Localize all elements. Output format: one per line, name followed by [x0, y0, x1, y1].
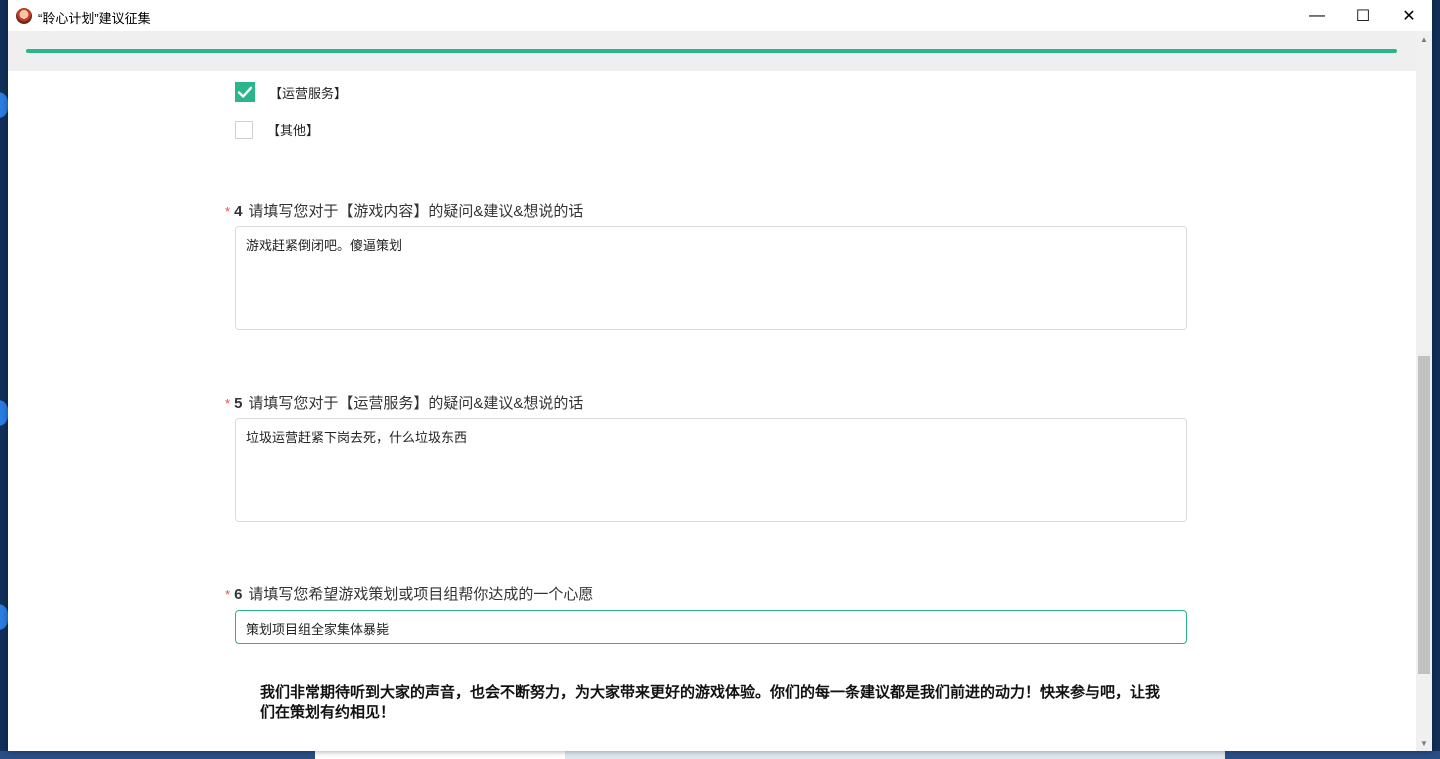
- vertical-scrollbar[interactable]: ▲ ▼: [1416, 31, 1432, 751]
- close-button[interactable]: ✕: [1386, 0, 1432, 31]
- desktop-shortcut-icon: [0, 604, 8, 630]
- option-operation-service[interactable]: 【运营服务】: [235, 82, 347, 102]
- checkbox-unchecked[interactable]: [235, 120, 253, 139]
- taskbar-item: [315, 751, 565, 759]
- app-icon: [16, 8, 32, 24]
- survey-window: “聆心计划”建议征集 — ☐ ✕ 【运营服务】 【其他】 * 4 请填写您对于【游戏…: [8, 0, 1432, 751]
- progress-bar: [26, 49, 1397, 53]
- maximize-icon: ☐: [1355, 7, 1371, 25]
- required-mark: *: [225, 587, 231, 602]
- scroll-up-icon[interactable]: ▲: [1416, 31, 1432, 47]
- question-4-textarea[interactable]: 游戏赶紧倒闭吧。傻逼策划: [235, 226, 1187, 330]
- progress-area: [8, 31, 1416, 71]
- desktop-left-strip: [0, 0, 8, 759]
- question-text: 请填写您对于【运营服务】的疑问&建议&想说的话: [248, 395, 584, 412]
- scroll-down-icon[interactable]: ▼: [1416, 735, 1432, 751]
- question-text: 请填写您希望游戏策划或项目组帮你达成的一个心愿: [248, 586, 594, 603]
- question-number: 6: [234, 586, 243, 603]
- window-title: “聆心计划”建议征集: [38, 11, 151, 26]
- close-icon: ✕: [1402, 7, 1416, 25]
- question-6-input[interactable]: 策划项目组全家集体暴毙: [235, 610, 1187, 644]
- survey-content: 【运营服务】 【其他】 * 4 请填写您对于【游戏内容】的疑问&建议&想说的话 游戏…: [8, 31, 1416, 751]
- option-label: 【运营服务】: [269, 85, 348, 101]
- question-text: 请填写您对于【游戏内容】的疑问&建议&想说的话: [248, 203, 584, 220]
- required-mark: *: [225, 396, 231, 411]
- question-5-textarea[interactable]: 垃圾运营赶紧下岗去死，什么垃圾东西: [235, 418, 1187, 522]
- taskbar-peek: [0, 751, 1440, 759]
- desktop-shortcut-icon: [0, 400, 8, 426]
- title-bar[interactable]: “聆心计划”建议征集 — ☐ ✕: [8, 0, 1432, 31]
- question-number: 4: [234, 203, 243, 220]
- desktop-shortcut-icon: [0, 92, 8, 118]
- taskbar-item: [565, 751, 1225, 759]
- minimize-icon: —: [1309, 6, 1325, 24]
- desktop-right-strip: [1432, 0, 1440, 759]
- question-4-title: * 4 请填写您对于【游戏内容】的疑问&建议&想说的话: [225, 200, 583, 221]
- option-label: 【其他】: [267, 123, 320, 138]
- option-other[interactable]: 【其他】: [235, 120, 319, 139]
- question-number: 5: [234, 395, 243, 412]
- maximize-button[interactable]: ☐: [1340, 0, 1386, 31]
- minimize-button[interactable]: —: [1294, 0, 1340, 31]
- check-icon: [237, 86, 253, 98]
- scroll-thumb[interactable]: [1418, 356, 1430, 674]
- checkbox-checked[interactable]: [235, 82, 255, 102]
- required-mark: *: [225, 204, 231, 219]
- question-5-title: * 5 请填写您对于【运营服务】的疑问&建议&想说的话: [225, 392, 583, 413]
- footer-message: 我们非常期待听到大家的声音，也会不断努力，为大家带来更好的游戏体验。你们的每一条…: [260, 684, 1161, 721]
- question-6-title: * 6 请填写您希望游戏策划或项目组帮你达成的一个心愿: [225, 583, 593, 604]
